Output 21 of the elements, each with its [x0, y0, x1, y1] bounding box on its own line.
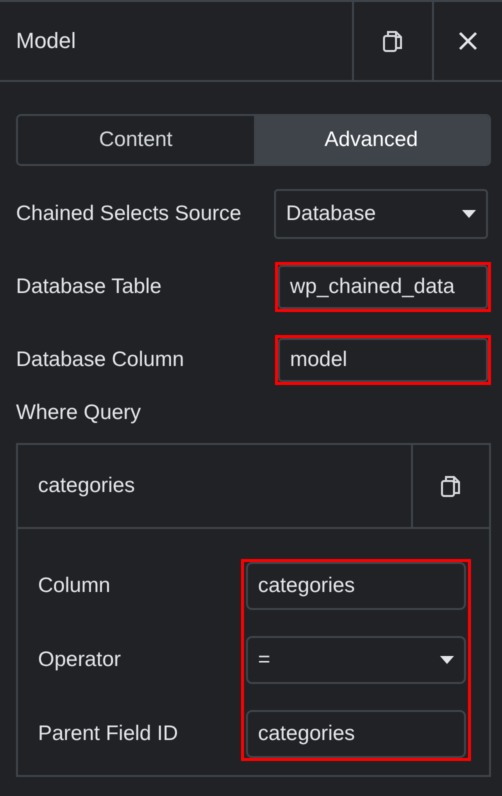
- close-icon: [458, 31, 478, 51]
- field-label: Column: [38, 573, 112, 599]
- field-label: Database Column: [16, 348, 184, 372]
- input-field[interactable]: wp_chained_data: [278, 265, 488, 309]
- panel-title: Model: [15, 28, 77, 54]
- section-label: Where Query: [16, 401, 142, 425]
- input-field[interactable]: categories: [246, 710, 466, 758]
- field-label: Database Table: [16, 275, 162, 299]
- field-label: Parent Field ID: [38, 721, 178, 747]
- input-field[interactable]: model: [278, 338, 488, 382]
- copy-icon: [440, 474, 462, 498]
- copy-icon: [382, 29, 404, 53]
- field-label: Operator: [38, 647, 122, 673]
- repeater-item-title[interactable]: categories: [18, 474, 411, 498]
- tab[interactable]: Advanced: [254, 116, 489, 164]
- select-field[interactable]: Database: [274, 189, 488, 239]
- input-field[interactable]: categories: [246, 562, 466, 610]
- field-label: Chained Selects Source: [16, 202, 242, 226]
- caret-icon: [440, 656, 454, 664]
- select-field[interactable]: =: [246, 636, 466, 684]
- caret-icon: [462, 210, 476, 218]
